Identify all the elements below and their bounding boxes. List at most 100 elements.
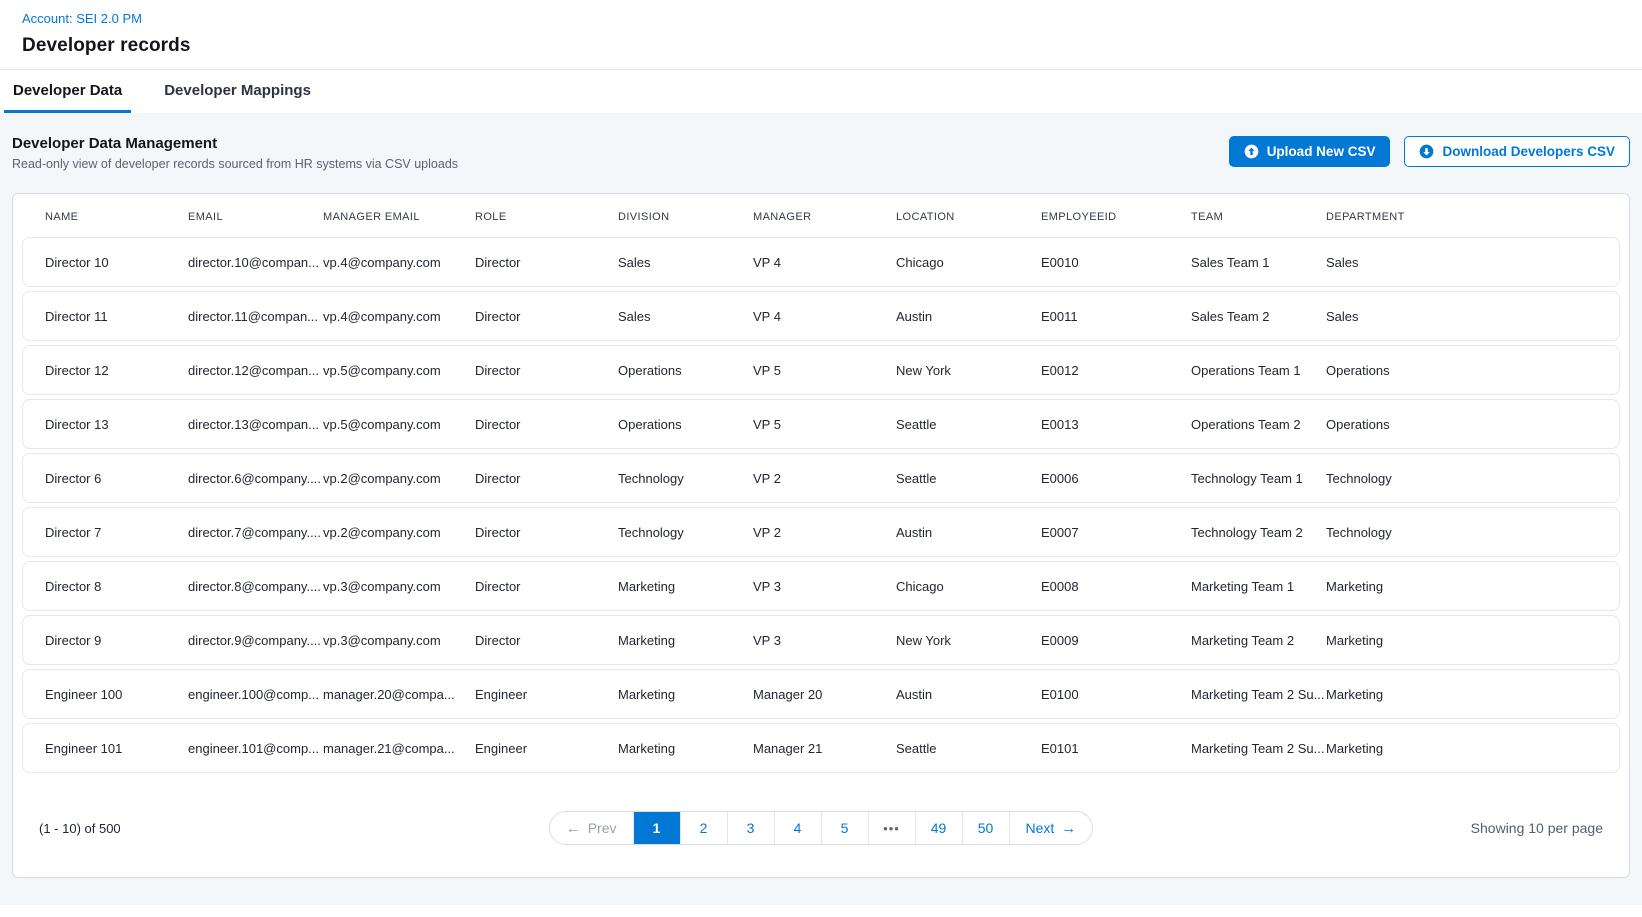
table-row: Director 9director.9@company....vp.3@com… xyxy=(22,615,1620,665)
table-cell: Engineer 101 xyxy=(45,741,188,756)
table-cell: vp.5@company.com xyxy=(323,417,475,432)
page: Account: SEI 2.0 PM Developer records De… xyxy=(0,0,1642,917)
table-cell: Director 7 xyxy=(45,525,188,540)
table-cell: Operations xyxy=(1326,417,1597,432)
table-cell: VP 5 xyxy=(753,363,896,378)
table-cell: Director xyxy=(475,579,618,594)
next-arrow-icon: → xyxy=(1061,821,1076,836)
table-cell: Engineer 100 xyxy=(45,687,188,702)
column-header: MANAGER xyxy=(753,211,896,223)
tab-developer-data[interactable]: Developer Data xyxy=(4,70,131,113)
page-header: Account: SEI 2.0 PM Developer records xyxy=(0,0,1642,70)
page-button-50[interactable]: 50 xyxy=(963,812,1010,844)
table-cell: Operations xyxy=(618,363,753,378)
page-button-1[interactable]: 1 xyxy=(634,812,681,844)
table-cell: Marketing xyxy=(1326,633,1597,648)
table-cell: VP 4 xyxy=(753,255,896,270)
table-cell: Chicago xyxy=(896,255,1041,270)
table-cell: Sales Team 1 xyxy=(1191,255,1326,270)
table-cell: Technology xyxy=(1326,471,1597,486)
tab-developer-mappings[interactable]: Developer Mappings xyxy=(155,70,320,113)
table-cell: Director 11 xyxy=(45,309,188,324)
table-cell: Technology Team 2 xyxy=(1191,525,1326,540)
table-row: Director 13director.13@compan...vp.5@com… xyxy=(22,399,1620,449)
table-cell: Marketing xyxy=(618,633,753,648)
table-cell: Sales xyxy=(618,309,753,324)
table-cell: director.13@compan... xyxy=(188,417,323,432)
table-cell: Operations xyxy=(618,417,753,432)
table-row: Director 7director.7@company....vp.2@com… xyxy=(22,507,1620,557)
table-cell: director.11@compan... xyxy=(188,309,323,324)
table-header-row: NAMEEMAILMANAGER EMAILROLEDIVISIONMANAGE… xyxy=(13,194,1629,237)
column-header: LOCATION xyxy=(896,211,1041,223)
table-cell: Director 10 xyxy=(45,255,188,270)
table-cell: Engineer xyxy=(475,687,618,702)
section-header-text: Developer Data Management Read-only view… xyxy=(12,135,458,171)
table-cell: vp.2@company.com xyxy=(323,525,475,540)
page-button-2[interactable]: 2 xyxy=(681,812,728,844)
table-cell: VP 5 xyxy=(753,417,896,432)
table-cell: Austin xyxy=(896,687,1041,702)
table-cell: Marketing xyxy=(618,579,753,594)
upload-icon xyxy=(1244,144,1259,159)
table-cell: vp.5@company.com xyxy=(323,363,475,378)
table-cell: E0013 xyxy=(1041,417,1191,432)
page-button-5[interactable]: 5 xyxy=(822,812,869,844)
table-cell: Marketing xyxy=(1326,741,1597,756)
table-row: Director 11director.11@compan...vp.4@com… xyxy=(22,291,1620,341)
table-cell: Austin xyxy=(896,309,1041,324)
table-row: Director 8director.8@company....vp.3@com… xyxy=(22,561,1620,611)
table-cell: Director xyxy=(475,417,618,432)
prev-page-button[interactable]: ←Prev xyxy=(550,812,634,844)
table-cell: Director xyxy=(475,255,618,270)
pagination-range-text: (1 - 10) of 500 xyxy=(39,821,549,836)
table-cell: vp.4@company.com xyxy=(323,309,475,324)
page-button-49[interactable]: 49 xyxy=(916,812,963,844)
table-cell: Marketing xyxy=(618,741,753,756)
table-cell: manager.20@compa... xyxy=(323,687,475,702)
table-row: Engineer 100engineer.100@comp...manager.… xyxy=(22,669,1620,719)
table-cell: E0006 xyxy=(1041,471,1191,486)
table-cell: Marketing xyxy=(1326,579,1597,594)
table-cell: E0101 xyxy=(1041,741,1191,756)
table-cell: Director xyxy=(475,471,618,486)
table-cell: Director xyxy=(475,633,618,648)
table-cell: engineer.100@comp... xyxy=(188,687,323,702)
table-cell: director.12@compan... xyxy=(188,363,323,378)
table-cell: director.9@company.... xyxy=(188,633,323,648)
upload-new-csv-button[interactable]: Upload New CSV xyxy=(1229,136,1391,167)
table-cell: Operations xyxy=(1326,363,1597,378)
table-cell: New York xyxy=(896,363,1041,378)
table-cell: Marketing Team 2 xyxy=(1191,633,1326,648)
table-cell: director.8@company.... xyxy=(188,579,323,594)
table-cell: E0010 xyxy=(1041,255,1191,270)
column-header: EMAIL xyxy=(188,211,323,223)
table-cell: E0009 xyxy=(1041,633,1191,648)
developer-table-card: NAMEEMAILMANAGER EMAILROLEDIVISIONMANAGE… xyxy=(12,193,1630,878)
download-icon xyxy=(1419,144,1434,159)
prev-arrow-icon: ← xyxy=(566,821,581,836)
download-developers-csv-button[interactable]: Download Developers CSV xyxy=(1404,136,1630,167)
table-cell: E0007 xyxy=(1041,525,1191,540)
table-cell: E0008 xyxy=(1041,579,1191,594)
table-body: Director 10director.10@compan...vp.4@com… xyxy=(13,237,1629,785)
table-cell: Technology xyxy=(618,525,753,540)
table-cell: Sales Team 2 xyxy=(1191,309,1326,324)
column-header: MANAGER EMAIL xyxy=(323,211,475,223)
account-link[interactable]: Account: SEI 2.0 PM xyxy=(22,11,142,26)
table-cell: Manager 20 xyxy=(753,687,896,702)
table-cell: Technology xyxy=(618,471,753,486)
table-cell: Operations Team 2 xyxy=(1191,417,1326,432)
section-title: Developer Data Management xyxy=(12,135,458,152)
table-cell: Director 8 xyxy=(45,579,188,594)
next-page-button[interactable]: Next→ xyxy=(1010,812,1093,844)
page-button-4[interactable]: 4 xyxy=(775,812,822,844)
page-button-3[interactable]: 3 xyxy=(728,812,775,844)
csv-actions: Upload New CSV Download Developers CSV xyxy=(1229,135,1630,167)
download-button-label: Download Developers CSV xyxy=(1442,144,1615,159)
table-cell: Director 9 xyxy=(45,633,188,648)
table-cell: New York xyxy=(896,633,1041,648)
table-cell: Seattle xyxy=(896,417,1041,432)
table-cell: E0011 xyxy=(1041,309,1191,324)
table-cell: Manager 21 xyxy=(753,741,896,756)
